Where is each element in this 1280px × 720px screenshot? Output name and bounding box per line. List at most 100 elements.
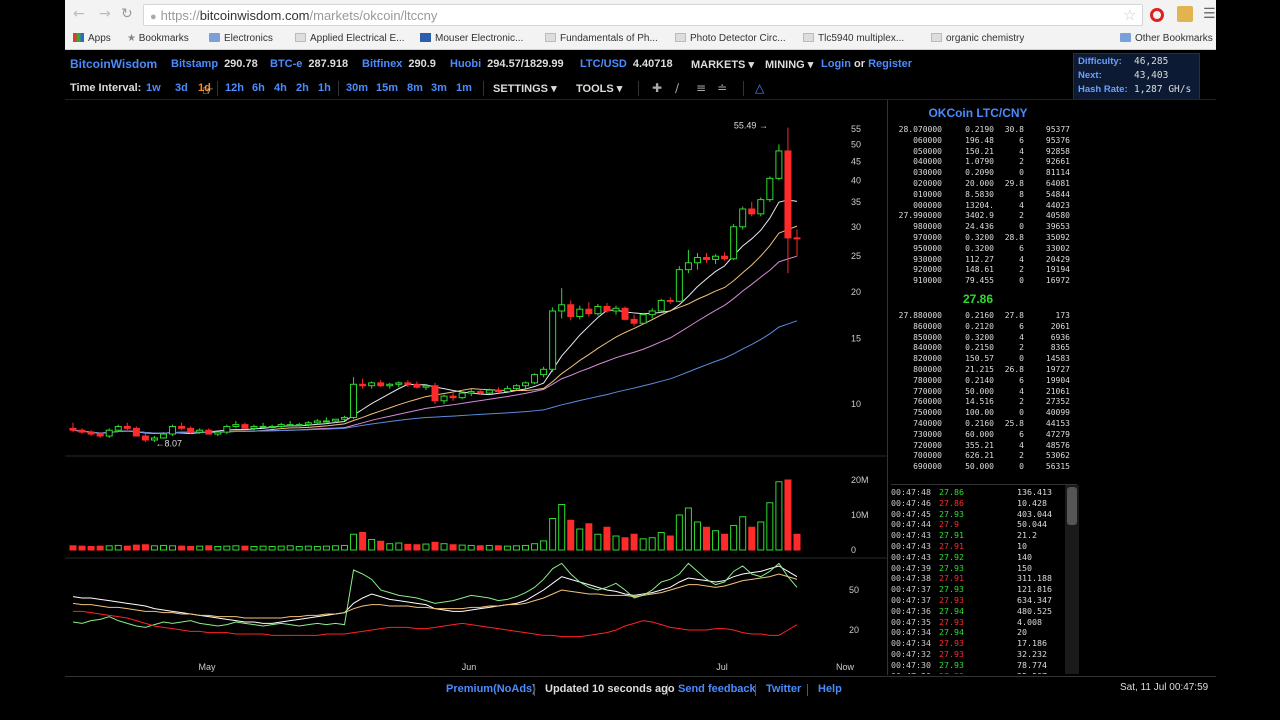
bid-row[interactable]: 700000 626.21 2 53062 bbox=[890, 451, 1072, 462]
ask-row[interactable]: 910000 79.455 0 16972 bbox=[890, 276, 1072, 287]
orderbook-cell: 626.21 bbox=[965, 451, 994, 461]
volume-bar bbox=[241, 545, 249, 551]
register-link[interactable]: Register bbox=[868, 58, 912, 70]
settings-menu[interactable]: SETTINGS ▾ bbox=[493, 82, 557, 95]
back-icon[interactable]: ← bbox=[73, 6, 85, 22]
volume-bar bbox=[377, 540, 385, 551]
bid-row[interactable]: 760000 14.516 2 27352 bbox=[890, 397, 1072, 408]
interval-1m[interactable]: 1m bbox=[456, 82, 472, 94]
bid-row[interactable]: 850000 0.3200 4 6936 bbox=[890, 333, 1072, 344]
interval-2h[interactable]: 2h bbox=[296, 82, 309, 94]
interval-1w[interactable]: 1w bbox=[146, 82, 161, 94]
ask-row[interactable]: 060000 196.48 6 95376 bbox=[890, 136, 1072, 147]
trade-time: 00:47:48 bbox=[891, 487, 931, 497]
bid-row[interactable]: 840000 0.2150 2 8365 bbox=[890, 343, 1072, 354]
interval-12h[interactable]: 12h bbox=[225, 82, 244, 94]
trade-row: 00:47:39 27.93 150 bbox=[891, 563, 1077, 574]
bid-row[interactable]: 750000 100.00 0 40099 bbox=[890, 408, 1072, 419]
ticker-bitfinex[interactable]: Bitfinex 290.9 bbox=[362, 58, 436, 70]
bid-row[interactable]: 690000 50.000 0 56315 bbox=[890, 462, 1072, 473]
ticker-ltcusd[interactable]: LTC/USD 4.40718 bbox=[580, 58, 673, 70]
brand-logo[interactable]: BitcoinWisdom bbox=[70, 57, 157, 71]
interval-1h[interactable]: 1h bbox=[318, 82, 331, 94]
bookmark-electronics[interactable]: Electronics bbox=[209, 33, 273, 44]
bookmark-organic-chemistry[interactable]: organic chemistry bbox=[931, 33, 1024, 44]
bid-row[interactable]: 860000 0.2120 6 2061 bbox=[890, 322, 1072, 333]
bid-row[interactable]: 770000 50.000 4 21061 bbox=[890, 387, 1072, 398]
bookmark-apps[interactable]: Apps bbox=[73, 33, 111, 44]
price-tick-label: 20 bbox=[851, 287, 861, 297]
bid-row[interactable]: 820000 150.57 0 14583 bbox=[890, 354, 1072, 365]
bookmark-star-icon[interactable]: ☆ bbox=[1123, 6, 1136, 24]
address-bar[interactable]: ● https://bitcoinwisdom.com/markets/okcoi… bbox=[143, 4, 1143, 26]
bid-row[interactable]: 780000 0.2140 6 19904 bbox=[890, 376, 1072, 387]
login-link[interactable]: Login bbox=[821, 58, 851, 70]
markets-menu[interactable]: MARKETS ▾ bbox=[691, 58, 754, 71]
scrollbar-thumb[interactable] bbox=[1067, 487, 1077, 525]
trade-time: 00:47:43 bbox=[891, 540, 931, 551]
interval-6h[interactable]: 6h bbox=[252, 82, 265, 94]
ticker-huobi[interactable]: Huobi 294.57/1829.99 bbox=[450, 58, 564, 70]
bid-row[interactable]: 730000 60.000 6 47279 bbox=[890, 430, 1072, 441]
ticker-bitstamp[interactable]: Bitstamp 290.78 bbox=[171, 58, 258, 70]
ask-row[interactable]: 930000 112.27 4 20429 bbox=[890, 255, 1072, 266]
interval-4h[interactable]: 4h bbox=[274, 82, 287, 94]
page-icon bbox=[545, 33, 556, 42]
volume-bar bbox=[196, 545, 204, 551]
volume-bar bbox=[259, 545, 267, 551]
browser-menu-icon[interactable]: ☰ bbox=[1203, 6, 1216, 22]
help-link[interactable]: Help bbox=[818, 683, 842, 695]
line-tool-icon[interactable]: ∕ bbox=[675, 81, 679, 95]
caret-down-icon: ▾ bbox=[807, 59, 814, 71]
caret-down-icon: ▾ bbox=[748, 59, 754, 71]
bid-row[interactable]: 800000 21.215 26.8 19727 bbox=[890, 365, 1072, 376]
forward-icon[interactable]: → bbox=[99, 6, 111, 22]
price-chart[interactable]: 55 50 45 40 35 30 25 20 15 10 20M 10M 0 50 20 May Jun Jul… bbox=[65, 100, 887, 676]
ask-row[interactable]: 050000 150.21 4 92858 bbox=[890, 147, 1072, 158]
bookmark-tlc5940[interactable]: Tlc5940 multiplex... bbox=[803, 33, 921, 44]
ask-row[interactable]: 020000 20.000 29.8 64081 bbox=[890, 179, 1072, 190]
interval-15m[interactable]: 15m bbox=[376, 82, 398, 94]
ask-row[interactable]: 030000 0.2090 0 81114 bbox=[890, 168, 1072, 179]
ask-row[interactable]: 27.990000 3402.9 2 40580 bbox=[890, 211, 1072, 222]
twitter-link[interactable]: Twitter bbox=[766, 683, 801, 695]
candle-body bbox=[494, 389, 502, 393]
extension-icon[interactable] bbox=[1150, 8, 1164, 22]
bookmark-bookmarks[interactable]: ★ Bookmarks bbox=[127, 33, 189, 44]
trade-history-scrollbar[interactable] bbox=[1065, 485, 1079, 674]
ask-row[interactable]: 970000 0.3200 28.8 35092 bbox=[890, 233, 1072, 244]
bookmark-fundamentals[interactable]: Fundamentals of Ph... bbox=[545, 33, 657, 44]
volume-bar bbox=[748, 526, 756, 551]
send-feedback-link[interactable]: Send feedback bbox=[678, 683, 756, 695]
bookmark-applied-electrical[interactable]: Applied Electrical E... bbox=[295, 33, 407, 44]
reload-icon[interactable]: ↻ bbox=[121, 6, 133, 22]
bookmark-other[interactable]: Other Bookmarks bbox=[1120, 33, 1213, 44]
mining-menu[interactable]: MINING ▾ bbox=[765, 58, 813, 71]
ask-row[interactable]: 010000 8.5830 8 54844 bbox=[890, 190, 1072, 201]
volume-bar bbox=[485, 544, 493, 551]
ask-row[interactable]: 28.070000 0.2190 30.8 95377 bbox=[890, 125, 1072, 136]
tools-menu[interactable]: TOOLS ▾ bbox=[576, 82, 622, 95]
bid-row[interactable]: 740000 0.2160 25.8 44153 bbox=[890, 419, 1072, 430]
ask-row[interactable]: 950000 0.3200 6 33002 bbox=[890, 244, 1072, 255]
ask-row[interactable]: 920000 148.61 2 19194 bbox=[890, 265, 1072, 276]
ask-row[interactable]: 980000 24.436 0 39653 bbox=[890, 222, 1072, 233]
ticker-btce[interactable]: BTC-e 287.918 bbox=[270, 58, 348, 70]
ask-row[interactable]: 040000 1.0790 2 92661 bbox=[890, 157, 1072, 168]
orderbook-cell: 4 bbox=[1019, 146, 1024, 156]
interval-8m[interactable]: 8m bbox=[407, 82, 423, 94]
premium-link[interactable]: Premium(NoAds) bbox=[446, 683, 536, 695]
extension-icon-2[interactable] bbox=[1177, 6, 1193, 22]
interval-30m[interactable]: 30m bbox=[346, 82, 368, 94]
interval-3m[interactable]: 3m bbox=[431, 82, 447, 94]
bookmark-mouser[interactable]: Mouser Electronic... bbox=[420, 33, 530, 44]
ask-row[interactable]: 000000 13204. 4 44023 bbox=[890, 201, 1072, 212]
bid-row[interactable]: 27.880000 0.2160 27.8 173 bbox=[890, 311, 1072, 322]
bookmark-photo-detector[interactable]: Photo Detector Circ... bbox=[675, 33, 787, 44]
fibonacci-tool-icon[interactable]: ≐ bbox=[717, 81, 727, 95]
crosshair-icon[interactable]: ✚ bbox=[652, 81, 662, 95]
bid-row[interactable]: 720000 355.21 4 48576 bbox=[890, 441, 1072, 452]
interval-3d[interactable]: 3d bbox=[175, 82, 188, 94]
alert-bell-icon[interactable]: △ bbox=[755, 81, 764, 95]
horizontal-lines-icon[interactable]: ≡ bbox=[696, 81, 706, 95]
